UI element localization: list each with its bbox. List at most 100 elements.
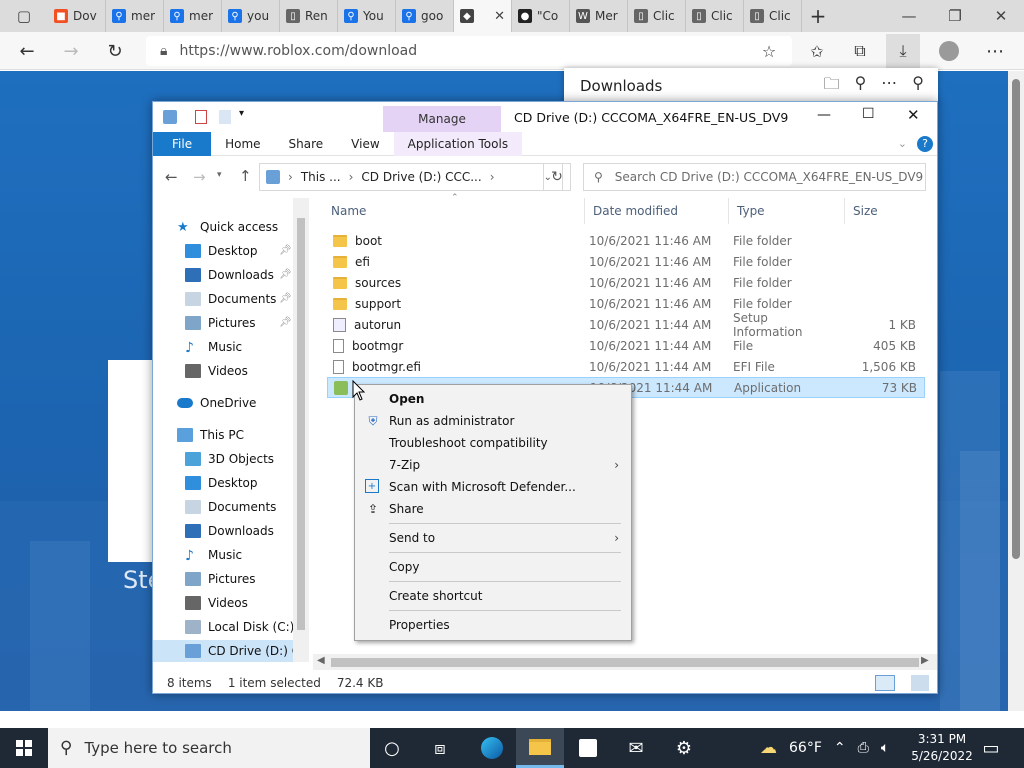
- browser-tab[interactable]: ▯ Ren: [280, 0, 338, 32]
- cortana-icon[interactable]: ○: [368, 728, 416, 768]
- nav-pc-desktop[interactable]: Desktop: [185, 472, 258, 494]
- nav-quick-music[interactable]: ♪ Music: [185, 336, 242, 358]
- file-row[interactable]: efi 10/6/2021 11:46 AM File folder: [327, 251, 925, 272]
- nav-scrollbar-thumb[interactable]: [297, 218, 305, 630]
- menu-open[interactable]: Open: [357, 388, 629, 410]
- up-arrow-icon[interactable]: ↑: [239, 167, 252, 185]
- start-button[interactable]: [0, 728, 48, 768]
- new-folder-icon[interactable]: [219, 110, 231, 124]
- settings-gear-icon[interactable]: ⚙: [660, 728, 708, 768]
- browser-tab[interactable]: ● "Co: [512, 0, 570, 32]
- menu-properties[interactable]: Properties: [357, 614, 629, 636]
- nav-pc-downloads[interactable]: Downloads: [185, 520, 274, 542]
- volume-muted-icon[interactable]: 🔈︎: [881, 740, 889, 756]
- ribbon-expand-icon[interactable]: ⌄: [898, 137, 907, 150]
- folder-icon[interactable]: 🗀: [824, 73, 840, 100]
- menu-create-shortcut[interactable]: Create shortcut: [357, 585, 629, 607]
- restore-icon[interactable]: ❐: [932, 0, 978, 32]
- help-icon[interactable]: ?: [917, 135, 933, 152]
- file-row[interactable]: bootmgr.efi 10/6/2021 11:44 AM EFI File 1,5…: [327, 356, 925, 377]
- browser-tab[interactable]: ⚲ You: [338, 0, 396, 32]
- browser-tab[interactable]: ⚲ you: [222, 0, 280, 32]
- back-arrow-icon[interactable]: ←: [165, 168, 178, 186]
- weather-temp[interactable]: 66°F: [789, 740, 822, 756]
- browser-tab[interactable]: ▯ Clic: [628, 0, 686, 32]
- nav-pc-music[interactable]: ♪ Music: [185, 544, 242, 566]
- menu-copy[interactable]: Copy: [357, 556, 629, 578]
- pin-icon[interactable]: ⚲: [912, 73, 924, 100]
- browser-tab[interactable]: ⚲ mer: [106, 0, 164, 32]
- tab-close-icon[interactable]: ✕: [494, 9, 505, 24]
- properties-icon[interactable]: [195, 110, 207, 124]
- tab-home[interactable]: Home: [211, 132, 274, 156]
- store-icon[interactable]: [564, 728, 612, 768]
- refresh-icon[interactable]: ↻: [543, 163, 571, 191]
- forward-button[interactable]: →: [54, 34, 88, 68]
- browser-tab[interactable]: ▯ Clic: [744, 0, 802, 32]
- large-icons-view-icon[interactable]: [911, 675, 929, 691]
- tab-view[interactable]: View: [337, 132, 393, 156]
- crumb-this-pc[interactable]: This ...: [301, 170, 341, 184]
- hscroll-thumb[interactable]: [331, 658, 919, 667]
- minimize-icon[interactable]: —: [817, 107, 831, 123]
- edge-icon[interactable]: [468, 728, 516, 768]
- downloads-icon[interactable]: ⤓: [886, 34, 920, 68]
- add-favorite-icon[interactable]: ☆: [752, 34, 786, 68]
- nav-quick-pictures[interactable]: Pictures: [185, 312, 256, 334]
- nav-pc-documents[interactable]: Documents: [185, 496, 276, 518]
- nav-quick-documents[interactable]: Documents: [185, 288, 276, 310]
- menu-troubleshoot[interactable]: Troubleshoot compatibility: [357, 432, 629, 454]
- scroll-right-icon[interactable]: ▶: [921, 655, 929, 666]
- show-hidden-icons[interactable]: ⌃: [834, 740, 846, 756]
- nav-this-pc[interactable]: This PC: [177, 424, 244, 446]
- nav-quick-videos[interactable]: Videos: [185, 360, 248, 382]
- browser-tab[interactable]: ⚲ mer: [164, 0, 222, 32]
- browser-tab[interactable]: W Mer: [570, 0, 628, 32]
- details-view-icon[interactable]: [875, 675, 895, 691]
- back-button[interactable]: ←: [10, 34, 44, 68]
- column-size[interactable]: Size: [845, 198, 923, 224]
- profile-avatar[interactable]: [932, 34, 966, 68]
- nav-quick-downloads[interactable]: Downloads: [185, 264, 274, 286]
- tab-actions-icon[interactable]: ▢: [0, 0, 48, 32]
- mail-icon[interactable]: ✉: [612, 728, 660, 768]
- browser-tab[interactable]: ▯ Clic: [686, 0, 744, 32]
- nav-pc-pictures[interactable]: Pictures: [185, 568, 256, 590]
- weather-icon[interactable]: ☁: [760, 738, 777, 758]
- crumb-cd-drive[interactable]: CD Drive (D:) CCC...: [361, 170, 481, 184]
- scroll-left-icon[interactable]: ◀: [317, 655, 325, 666]
- nav-quick-access[interactable]: ★ Quick access: [177, 216, 278, 238]
- tab-file[interactable]: File: [153, 132, 212, 156]
- notification-center-icon[interactable]: ▭: [966, 728, 1016, 768]
- file-row[interactable]: bootmgr 10/6/2021 11:44 AM File 405 KB: [327, 335, 925, 356]
- tab-share[interactable]: Share: [275, 132, 338, 156]
- nav-quick-desktop[interactable]: Desktop: [185, 240, 258, 262]
- task-view-icon[interactable]: ⧈: [416, 728, 464, 768]
- menu-share[interactable]: ⇪ Share: [357, 498, 629, 520]
- file-row[interactable]: autorun 10/6/2021 11:44 AM Setup Informati…: [327, 311, 925, 339]
- page-scrollbar[interactable]: [1008, 71, 1024, 711]
- customize-quick-access-icon[interactable]: ▾: [239, 108, 244, 119]
- menu-send-to[interactable]: Send to ›: [357, 527, 629, 549]
- nav-onedrive[interactable]: OneDrive: [177, 392, 256, 414]
- explorer-search-box[interactable]: ⚲ Search CD Drive (D:) CCCOMA_X64FRE_EN-…: [583, 163, 926, 191]
- column-type[interactable]: Type: [729, 198, 845, 224]
- menu-run-as-admin[interactable]: ⛨ Run as administrator: [357, 410, 629, 432]
- collections-icon[interactable]: ⧉: [843, 34, 877, 68]
- browser-tab[interactable]: ■ Dov: [48, 0, 106, 32]
- browser-tab[interactable]: ◆ ✕: [454, 0, 512, 32]
- tab-application-tools[interactable]: Application Tools: [393, 132, 523, 156]
- settings-more-icon[interactable]: ⋯: [978, 34, 1012, 68]
- address-bar[interactable]: 🔒︎ https://www.roblox.com/download: [146, 36, 792, 66]
- column-name[interactable]: Name: [323, 198, 585, 224]
- file-row[interactable]: boot 10/6/2021 11:46 AM File folder: [327, 230, 925, 251]
- minimize-icon[interactable]: —: [886, 0, 932, 32]
- favorites-icon[interactable]: ✩: [800, 34, 834, 68]
- nav-pc-cd-drive[interactable]: CD Drive (D:) CC: [185, 640, 308, 662]
- nav-pc-videos[interactable]: Videos: [185, 592, 248, 614]
- column-date-modified[interactable]: Date modified: [585, 198, 729, 224]
- browser-tab[interactable]: ⚲ goo: [396, 0, 454, 32]
- menu-scan-defender[interactable]: + Scan with Microsoft Defender...: [357, 476, 629, 498]
- nav-pc-local-disk[interactable]: Local Disk (C:): [185, 616, 294, 638]
- file-explorer-taskbar-icon[interactable]: [516, 728, 564, 768]
